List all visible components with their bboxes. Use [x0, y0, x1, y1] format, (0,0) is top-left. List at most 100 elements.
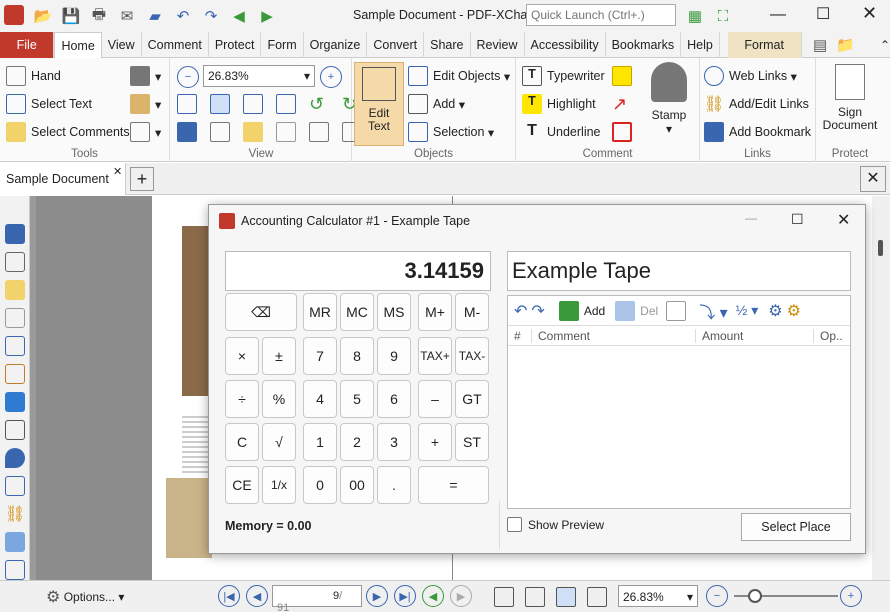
redo-icon[interactable]: ↷: [531, 301, 544, 321]
key-decimal[interactable]: .: [377, 466, 411, 504]
fit-visible-icon[interactable]: [276, 94, 296, 114]
status-zoom-field[interactable]: 26.83% ▾: [618, 585, 698, 607]
edit-text-button[interactable]: Edit Text: [354, 62, 404, 146]
menu-view[interactable]: View: [102, 31, 142, 58]
properties-panel-icon[interactable]: [5, 364, 25, 384]
highlight-button[interactable]: T Highlight: [522, 94, 596, 114]
zoom-field[interactable]: 26.83% ▾: [203, 65, 315, 87]
key-m-plus[interactable]: M+: [418, 293, 452, 331]
find-button[interactable]: ▾: [130, 122, 161, 142]
scan-icon[interactable]: ▰: [144, 5, 166, 27]
zoom-slider-thumb[interactable]: [748, 589, 762, 603]
add-button[interactable]: Add ▾: [408, 94, 465, 114]
key-percent[interactable]: %: [262, 380, 296, 418]
dialog-maximize-button[interactable]: ☐: [791, 211, 804, 228]
key-3[interactable]: 3: [377, 423, 411, 461]
structure-panel-icon[interactable]: [5, 476, 25, 496]
thumbnails-panel-icon[interactable]: [5, 252, 25, 272]
key-ms[interactable]: MS: [377, 293, 411, 331]
menu-accessibility[interactable]: Accessibility: [525, 31, 606, 58]
undo-icon[interactable]: ↶: [172, 5, 194, 27]
select-comments-button[interactable]: Select Comments: [6, 122, 130, 142]
tape-del-button[interactable]: Del: [615, 300, 658, 321]
snapshot-button[interactable]: ▾: [130, 66, 161, 86]
menu-convert[interactable]: Convert: [367, 31, 425, 58]
edit-objects-button[interactable]: Edit Objects ▾: [408, 66, 510, 86]
vertical-scrollbar[interactable]: [872, 196, 890, 580]
menu-comment[interactable]: Comment: [142, 31, 209, 58]
key-clear-entry[interactable]: CE: [225, 466, 259, 504]
comments-icon[interactable]: [243, 122, 263, 142]
dialog-close-button[interactable]: ✕: [837, 210, 850, 230]
status-zoom-in-button[interactable]: +: [840, 585, 862, 607]
key-1[interactable]: 1: [303, 423, 337, 461]
bookmark-icon[interactable]: [177, 122, 197, 142]
key-6[interactable]: 6: [377, 380, 411, 418]
ribbon-options-icon[interactable]: ▤: [810, 34, 831, 56]
options-button[interactable]: ⚙ Options... ▾: [46, 587, 124, 607]
key-plus[interactable]: +: [418, 423, 452, 461]
key-2[interactable]: 2: [340, 423, 374, 461]
zoom-in-button[interactable]: +: [320, 66, 342, 88]
status-zoom-out-button[interactable]: −: [706, 585, 728, 607]
clipboard-button[interactable]: ▾: [130, 94, 161, 114]
key-m-minus[interactable]: M-: [455, 293, 489, 331]
next-view-icon[interactable]: ▶: [450, 585, 472, 607]
print-icon[interactable]: 🖶: [88, 5, 110, 27]
zoom-out-button[interactable]: −: [177, 66, 199, 88]
forward-icon[interactable]: ▶: [256, 5, 278, 27]
fit-width-icon[interactable]: [243, 94, 263, 114]
save-icon[interactable]: 💾: [60, 5, 82, 27]
typewriter-button[interactable]: T Typewriter: [522, 66, 605, 86]
menu-organize[interactable]: Organize: [304, 31, 368, 58]
prev-page-icon[interactable]: ◀: [246, 585, 268, 607]
key-sqrt[interactable]: √: [262, 423, 296, 461]
menu-help[interactable]: Help: [681, 31, 720, 58]
tape-name-field[interactable]: Example Tape: [507, 251, 851, 291]
continuous-icon[interactable]: [525, 587, 545, 607]
sort-icon[interactable]: ⤵ ▾: [699, 299, 727, 323]
col-comment[interactable]: Comment: [532, 328, 696, 343]
scroll-thumb[interactable]: [878, 240, 883, 256]
menu-form[interactable]: Form: [261, 31, 304, 58]
page-number-field[interactable]: 9/ 91: [272, 585, 362, 614]
first-page-icon[interactable]: |◀: [218, 585, 240, 607]
grid-panel-icon[interactable]: [5, 560, 25, 580]
minimize-button[interactable]: —: [770, 6, 786, 24]
facing-continuous-icon[interactable]: [587, 587, 607, 607]
actual-size-icon[interactable]: [177, 94, 197, 114]
show-preview-checkbox[interactable]: Show Preview: [507, 517, 604, 532]
tags-panel-icon[interactable]: [5, 420, 25, 440]
menu-home[interactable]: Home: [54, 31, 102, 58]
sign-document-button[interactable]: Sign Document: [823, 64, 877, 132]
dialog-minimize-button[interactable]: —: [745, 211, 757, 225]
key-multiply[interactable]: ×: [225, 337, 259, 375]
key-st[interactable]: ST: [455, 423, 489, 461]
email-icon[interactable]: ✉: [116, 5, 138, 27]
key-mr[interactable]: MR: [303, 293, 337, 331]
clear-icon[interactable]: [666, 300, 687, 321]
links-panel-icon[interactable]: ⛓: [5, 504, 25, 524]
key-0[interactable]: 0: [303, 466, 337, 504]
add-bookmark-button[interactable]: Add Bookmark: [704, 122, 811, 142]
key-9[interactable]: 9: [377, 337, 411, 375]
quick-launch-input[interactable]: [526, 4, 676, 26]
attachments-icon[interactable]: [276, 122, 296, 142]
redo-icon[interactable]: ↷: [200, 5, 222, 27]
select-place-button[interactable]: Select Place: [741, 513, 851, 541]
menu-file[interactable]: File: [0, 31, 55, 58]
tape-add-button[interactable]: Add: [558, 300, 605, 321]
tag-panel-icon[interactable]: [5, 532, 25, 552]
checkbox-box[interactable]: [507, 517, 522, 532]
layers-icon[interactable]: [309, 122, 329, 142]
hand-button[interactable]: Hand: [6, 66, 61, 86]
customize-icon[interactable]: ▦: [684, 5, 706, 27]
key-backspace[interactable]: ⌫: [225, 293, 297, 331]
layers-panel-icon[interactable]: [5, 392, 25, 412]
select-text-button[interactable]: Select Text: [6, 94, 92, 114]
new-tab-button[interactable]: +: [130, 167, 154, 191]
underline-button[interactable]: T Underline: [522, 122, 600, 142]
close-button[interactable]: ✕: [862, 3, 877, 24]
comments-panel-icon[interactable]: [5, 280, 25, 300]
folder-icon[interactable]: 📁: [835, 34, 856, 56]
